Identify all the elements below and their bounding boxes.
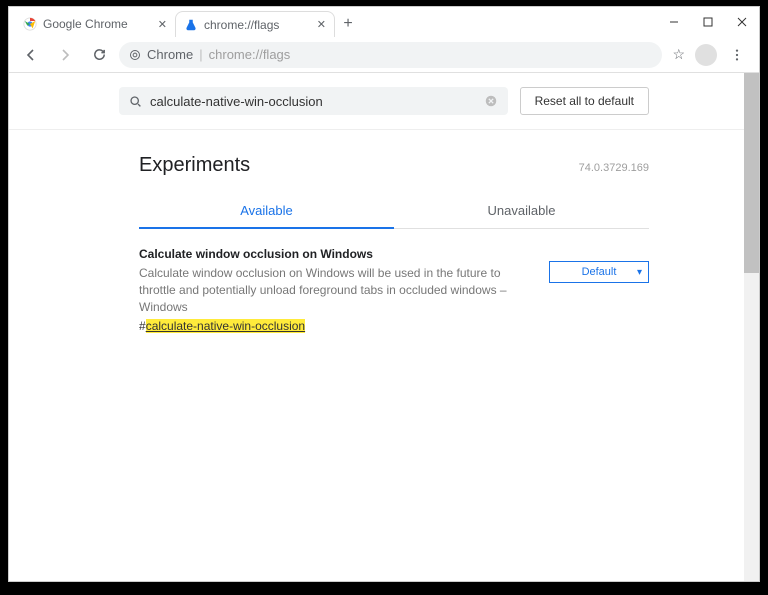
close-icon[interactable]: ✕: [158, 18, 167, 31]
tab-google-chrome[interactable]: Google Chrome ✕: [15, 11, 175, 37]
close-icon[interactable]: ✕: [317, 18, 326, 31]
flag-description: Calculate window occlusion on Windows wi…: [139, 265, 531, 315]
flag-title: Calculate window occlusion on Windows: [139, 247, 531, 261]
flag-anchor[interactable]: #calculate-native-win-occlusion: [139, 319, 531, 333]
menu-button[interactable]: [723, 41, 751, 69]
experiments-tabs: Available Unavailable: [139, 193, 649, 229]
profile-avatar[interactable]: [695, 44, 717, 66]
tab-title: Google Chrome: [43, 17, 128, 31]
toolbar: Chrome | chrome://flags ☆: [9, 37, 759, 73]
tab-available[interactable]: Available: [139, 193, 394, 228]
reload-button[interactable]: [85, 41, 113, 69]
address-bar[interactable]: Chrome | chrome://flags: [119, 42, 662, 68]
tab-flags[interactable]: chrome://flags ✕: [175, 11, 335, 37]
flags-search-input[interactable]: calculate-native-win-occlusion: [119, 87, 508, 115]
tab-title: chrome://flags: [204, 18, 279, 32]
reset-all-button[interactable]: Reset all to default: [520, 87, 649, 115]
maximize-button[interactable]: [691, 7, 725, 37]
flag-dropdown[interactable]: Default: [549, 261, 649, 283]
tab-strip: Google Chrome ✕ chrome://flags ✕ +: [9, 7, 361, 37]
chrome-scheme-icon: [129, 49, 141, 61]
chrome-version: 74.0.3729.169: [579, 162, 649, 174]
forward-button[interactable]: [51, 41, 79, 69]
new-tab-button[interactable]: +: [335, 11, 361, 37]
omnibox-separator: |: [199, 47, 202, 62]
bookmark-star-icon[interactable]: ☆: [672, 46, 685, 63]
omnibox-scheme: Chrome: [147, 47, 193, 62]
clear-search-icon[interactable]: [484, 94, 498, 108]
omnibox-url: chrome://flags: [209, 47, 291, 62]
search-icon: [129, 95, 142, 108]
flask-favicon: [184, 18, 198, 32]
page-title: Experiments: [139, 154, 250, 177]
close-window-button[interactable]: [725, 7, 759, 37]
flags-search-row: calculate-native-win-occlusion Reset all…: [9, 73, 759, 130]
flag-item: Calculate window occlusion on Windows Ca…: [139, 229, 649, 333]
scrollbar-thumb[interactable]: [744, 73, 759, 273]
scrollbar[interactable]: [744, 73, 759, 581]
chrome-favicon: [23, 17, 37, 31]
minimize-button[interactable]: [657, 7, 691, 37]
tab-unavailable[interactable]: Unavailable: [394, 193, 649, 228]
back-button[interactable]: [17, 41, 45, 69]
search-value: calculate-native-win-occlusion: [150, 94, 323, 109]
